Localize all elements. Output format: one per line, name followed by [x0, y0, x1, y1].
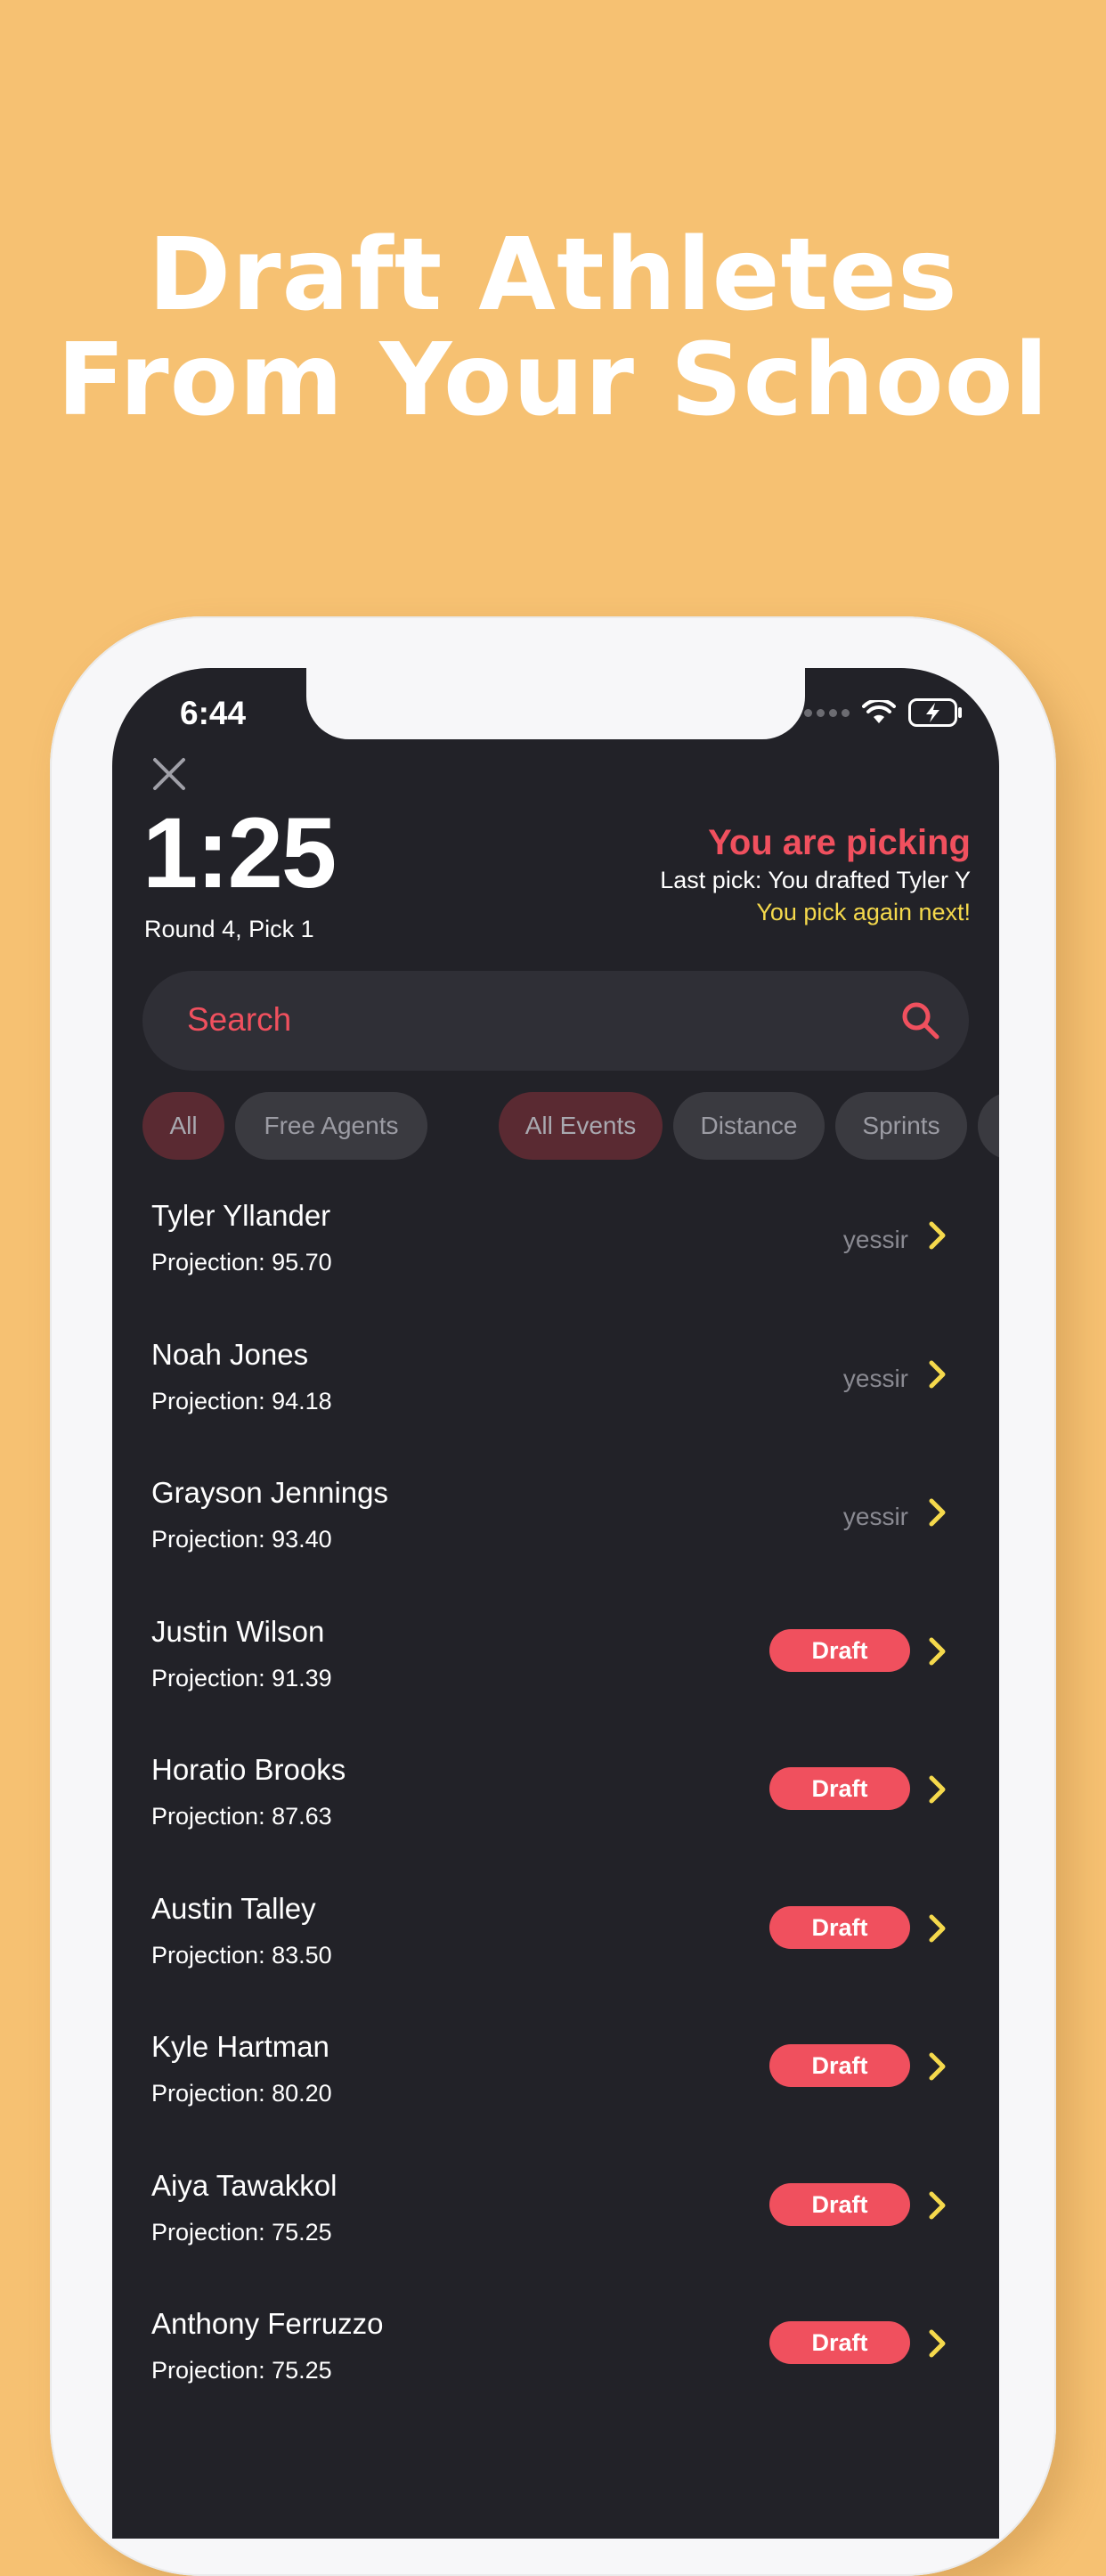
chevron-right-icon[interactable] — [928, 1774, 947, 1809]
athlete-name: Tyler Yllander — [151, 1199, 331, 1232]
draft-button[interactable]: Draft — [769, 2044, 910, 2087]
search-icon[interactable] — [899, 999, 942, 1042]
chevron-right-icon[interactable] — [928, 1497, 947, 1532]
filter-distance[interactable]: Distance — [673, 1092, 825, 1160]
athlete-projection: Projection: 75.25 — [151, 2357, 332, 2384]
athlete-name: Aiya Tawakkol — [151, 2168, 337, 2202]
headline: Draft Athletes From Your School — [0, 223, 1106, 433]
pick-next-text: You pick again next! — [756, 899, 971, 925]
pick-timer: 1:25 — [142, 797, 337, 909]
athlete-projection: Projection: 80.20 — [151, 2080, 332, 2107]
athlete-status: yessir — [842, 1364, 908, 1392]
draft-button[interactable]: Draft — [769, 1628, 910, 1672]
round-info: Round 4, Pick 1 — [144, 916, 314, 942]
draft-button[interactable]: Draft — [769, 2321, 910, 2364]
picking-status: You are picking Last pick: You drafted T… — [660, 821, 971, 928]
athlete-name: Grayson Jennings — [151, 1476, 388, 1509]
athlete-name: Noah Jones — [151, 1337, 309, 1371]
chevron-right-icon[interactable] — [928, 1913, 947, 1948]
athlete-status: yessir — [842, 1503, 908, 1530]
headline-line-2: From Your School — [56, 322, 1049, 438]
draft-button[interactable]: Draft — [769, 1905, 910, 1949]
athlete-projection: Projection: 87.63 — [151, 1803, 332, 1830]
athlete-list: Tyler Yllander Projection: 95.70 yessir Noa… — [112, 1199, 999, 2446]
athlete-projection: Projection: 95.70 — [151, 1249, 332, 1276]
athlete-name: Horatio Brooks — [151, 1753, 346, 1786]
search-input[interactable]: Search — [142, 971, 969, 1071]
headline-line-1: Draft Athletes — [148, 217, 958, 333]
list-item[interactable]: Tyler Yllander Projection: 95.70 yessir — [112, 1199, 999, 1338]
search-placeholder: Search — [187, 1001, 292, 1038]
athlete-projection: Projection: 75.25 — [151, 2218, 332, 2246]
athlete-name: Austin Talley — [151, 1891, 316, 1925]
list-item[interactable]: Aiya Tawakkol Projection: 75.25 Draft — [112, 2169, 999, 2308]
list-item[interactable]: Grayson Jennings Projection: 93.40 yessir — [112, 1476, 999, 1615]
athlete-projection: Projection: 94.18 — [151, 1387, 332, 1414]
athlete-projection: Projection: 91.39 — [151, 1664, 332, 1692]
list-item[interactable]: Horatio Brooks Projection: 87.63 Draft — [112, 1753, 999, 1892]
phone-screen: 6:44 1:25 Round 4, Pick 1 You are pickin… — [112, 668, 999, 2539]
chevron-right-icon[interactable] — [928, 1220, 947, 1255]
list-item[interactable]: Austin Talley Projection: 83.50 Draft — [112, 1892, 999, 2031]
athlete-projection: Projection: 83.50 — [151, 1941, 332, 1969]
filter-chips: All Free Agents All Events Distance Spri… — [142, 1092, 999, 1163]
chevron-right-icon[interactable] — [928, 2328, 947, 2363]
chevron-right-icon[interactable] — [928, 2190, 947, 2225]
status-icons — [804, 698, 964, 727]
battery-charging-icon — [908, 698, 962, 727]
last-pick-text: Last pick: You drafted Tyler Y — [660, 867, 971, 893]
close-button[interactable] — [148, 755, 191, 798]
filter-all-events[interactable]: All Events — [499, 1092, 663, 1160]
athlete-status: yessir — [842, 1226, 908, 1253]
close-icon — [153, 758, 185, 790]
list-item[interactable]: Justin Wilson Projection: 91.39 Draft — [112, 1615, 999, 1754]
athlete-name: Kyle Hartman — [151, 2030, 329, 2063]
chevron-right-icon[interactable] — [928, 1636, 947, 1671]
athlete-name: Justin Wilson — [151, 1614, 325, 1648]
wifi-icon — [862, 700, 896, 723]
filter-free-agents[interactable]: Free Agents — [235, 1092, 427, 1160]
list-item[interactable]: Anthony Ferruzzo Projection: 75.25 Draft — [112, 2307, 999, 2446]
athlete-name: Anthony Ferruzzo — [151, 2307, 384, 2340]
list-item[interactable]: Kyle Hartman Projection: 80.20 Draft — [112, 2030, 999, 2169]
chevron-right-icon[interactable] — [928, 2051, 947, 2086]
athlete-projection: Projection: 93.40 — [151, 1526, 332, 1553]
filter-more[interactable] — [978, 1092, 999, 1160]
signal-icon — [804, 708, 850, 717]
draft-button[interactable]: Draft — [769, 2182, 910, 2226]
filter-all[interactable]: All — [142, 1092, 224, 1160]
status-time: 6:44 — [180, 695, 247, 731]
draft-button[interactable]: Draft — [769, 1767, 910, 1810]
filter-sprints[interactable]: Sprints — [835, 1092, 967, 1160]
chevron-right-icon[interactable] — [928, 1359, 947, 1394]
picking-title: You are picking — [708, 823, 971, 862]
phone-notch — [306, 668, 805, 739]
list-item[interactable]: Noah Jones Projection: 94.18 yessir — [112, 1338, 999, 1477]
